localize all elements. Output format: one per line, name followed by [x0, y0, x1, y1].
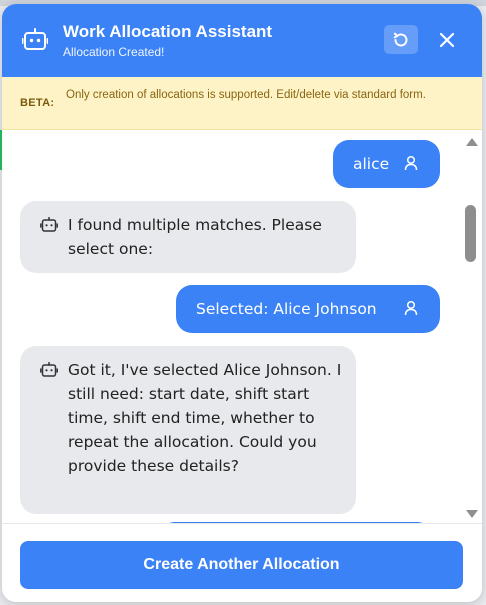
bot-icon [22, 28, 48, 50]
reset-button[interactable] [384, 25, 418, 54]
user-message: alice [333, 140, 440, 188]
message-text: Got it, I've selected Alice Johnson. I s… [68, 361, 342, 475]
beta-label: BETA: [20, 97, 55, 109]
message-text: alice [353, 155, 390, 173]
message-text: I found multiple matches. Please select … [68, 216, 322, 258]
reset-icon [393, 32, 408, 46]
user-message: Selected: Alice Johnson [176, 285, 440, 333]
bot-message: I found multiple matches. Please select … [20, 201, 356, 273]
scroll-up-arrow[interactable] [466, 138, 478, 146]
create-another-allocation-button[interactable]: Create Another Allocation [20, 541, 463, 589]
chat-subtitle: Allocation Created! [63, 45, 165, 59]
chat-footer: Create Another Allocation [2, 523, 482, 602]
scroll-down-arrow[interactable] [466, 510, 478, 518]
beta-text: Only creation of allocations is supporte… [66, 89, 426, 101]
message-text: Selected: Alice Johnson [196, 300, 377, 318]
user-icon [404, 155, 418, 171]
close-button[interactable] [432, 25, 462, 55]
message-list[interactable]: alice I found multiple matches. Please s… [2, 130, 482, 523]
bot-icon [40, 217, 58, 232]
bot-icon [40, 362, 58, 377]
scrollbar-thumb[interactable] [465, 205, 476, 262]
bot-message: Got it, I've selected Alice Johnson. I s… [20, 346, 356, 514]
beta-banner: BETA: Only creation of allocations is su… [2, 77, 482, 130]
user-icon [404, 300, 418, 316]
chat-title: Work Allocation Assistant [63, 22, 273, 41]
chat-header: Work Allocation Assistant Allocation Cre… [2, 4, 482, 77]
chat-widget: Work Allocation Assistant Allocation Cre… [2, 4, 482, 602]
close-icon [439, 32, 455, 48]
